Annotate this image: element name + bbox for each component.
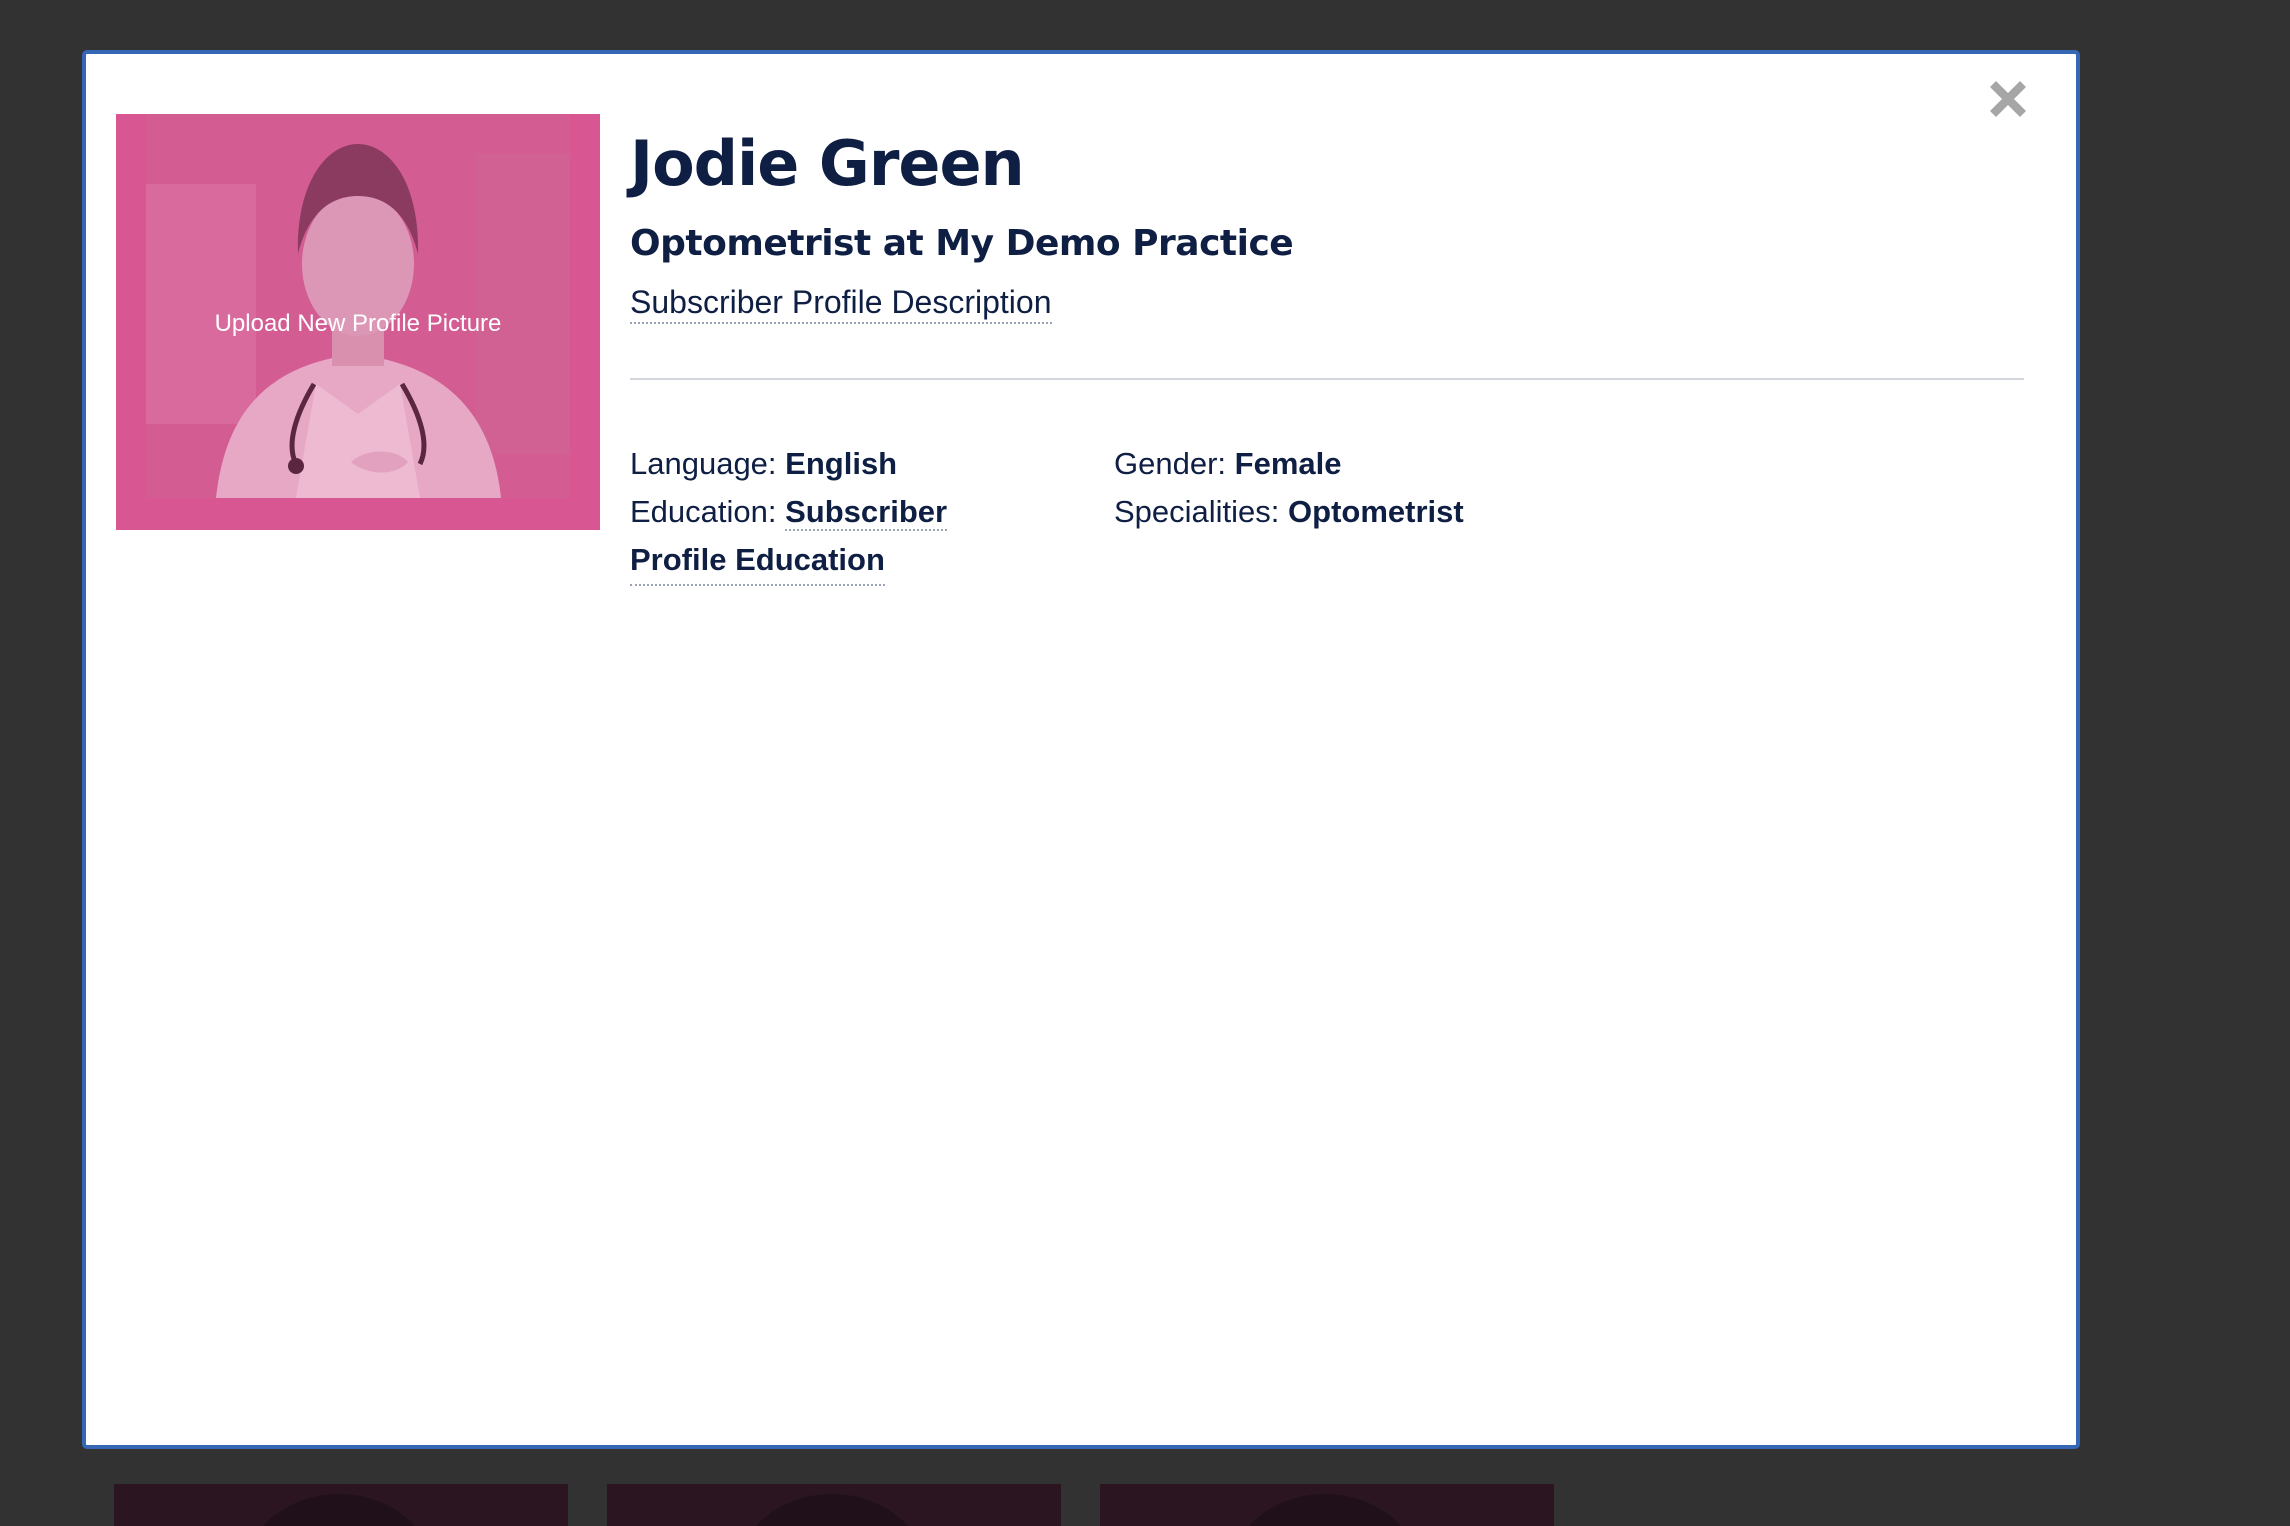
gender-value: Female xyxy=(1234,446,1342,481)
education-label: Education: xyxy=(630,494,777,529)
specialities-row: Specialities: Optometrist xyxy=(1114,488,1814,536)
language-row: Language: English xyxy=(630,440,1050,488)
background-card xyxy=(114,1484,568,1526)
details-column-right: Gender: Female Specialities: Optometrist xyxy=(1114,440,1814,536)
education-value-line1[interactable]: Subscriber xyxy=(785,494,948,531)
specialities-label: Specialities: xyxy=(1114,494,1280,529)
close-icon xyxy=(1990,81,2026,117)
profile-details: Language: English Education: Subscriber … xyxy=(630,440,2024,590)
background-card xyxy=(1100,1484,1554,1526)
education-value-line2[interactable]: Profile Education xyxy=(630,536,885,586)
education-row: Education: Subscriber xyxy=(630,488,1050,536)
details-column-left: Language: English Education: Subscriber … xyxy=(630,440,1050,586)
profile-photo xyxy=(146,114,570,498)
close-button[interactable] xyxy=(1980,71,2036,127)
upload-profile-picture-label[interactable]: Upload New Profile Picture xyxy=(116,310,600,338)
specialities-value: Optometrist xyxy=(1288,494,1464,529)
divider xyxy=(630,378,2024,380)
profile-picture-upload[interactable]: Upload New Profile Picture xyxy=(116,114,600,530)
education-row-continued: Profile Education xyxy=(630,536,1050,586)
language-value: English xyxy=(785,446,898,481)
profile-role: Optometrist at My Demo Practice xyxy=(630,223,1294,264)
profile-modal: Upload New Profile Picture Jodie Green O… xyxy=(82,50,2080,1449)
gender-label: Gender: xyxy=(1114,446,1227,481)
profile-name: Jodie Green xyxy=(630,127,1025,200)
profile-info: Jodie Green Optometrist at My Demo Pract… xyxy=(630,124,2024,590)
gender-row: Gender: Female xyxy=(1114,440,1814,488)
background-profile-cards xyxy=(114,1484,1554,1526)
language-label: Language: xyxy=(630,446,777,481)
background-card xyxy=(607,1484,1061,1526)
profile-description-field[interactable]: Subscriber Profile Description xyxy=(630,282,1052,324)
